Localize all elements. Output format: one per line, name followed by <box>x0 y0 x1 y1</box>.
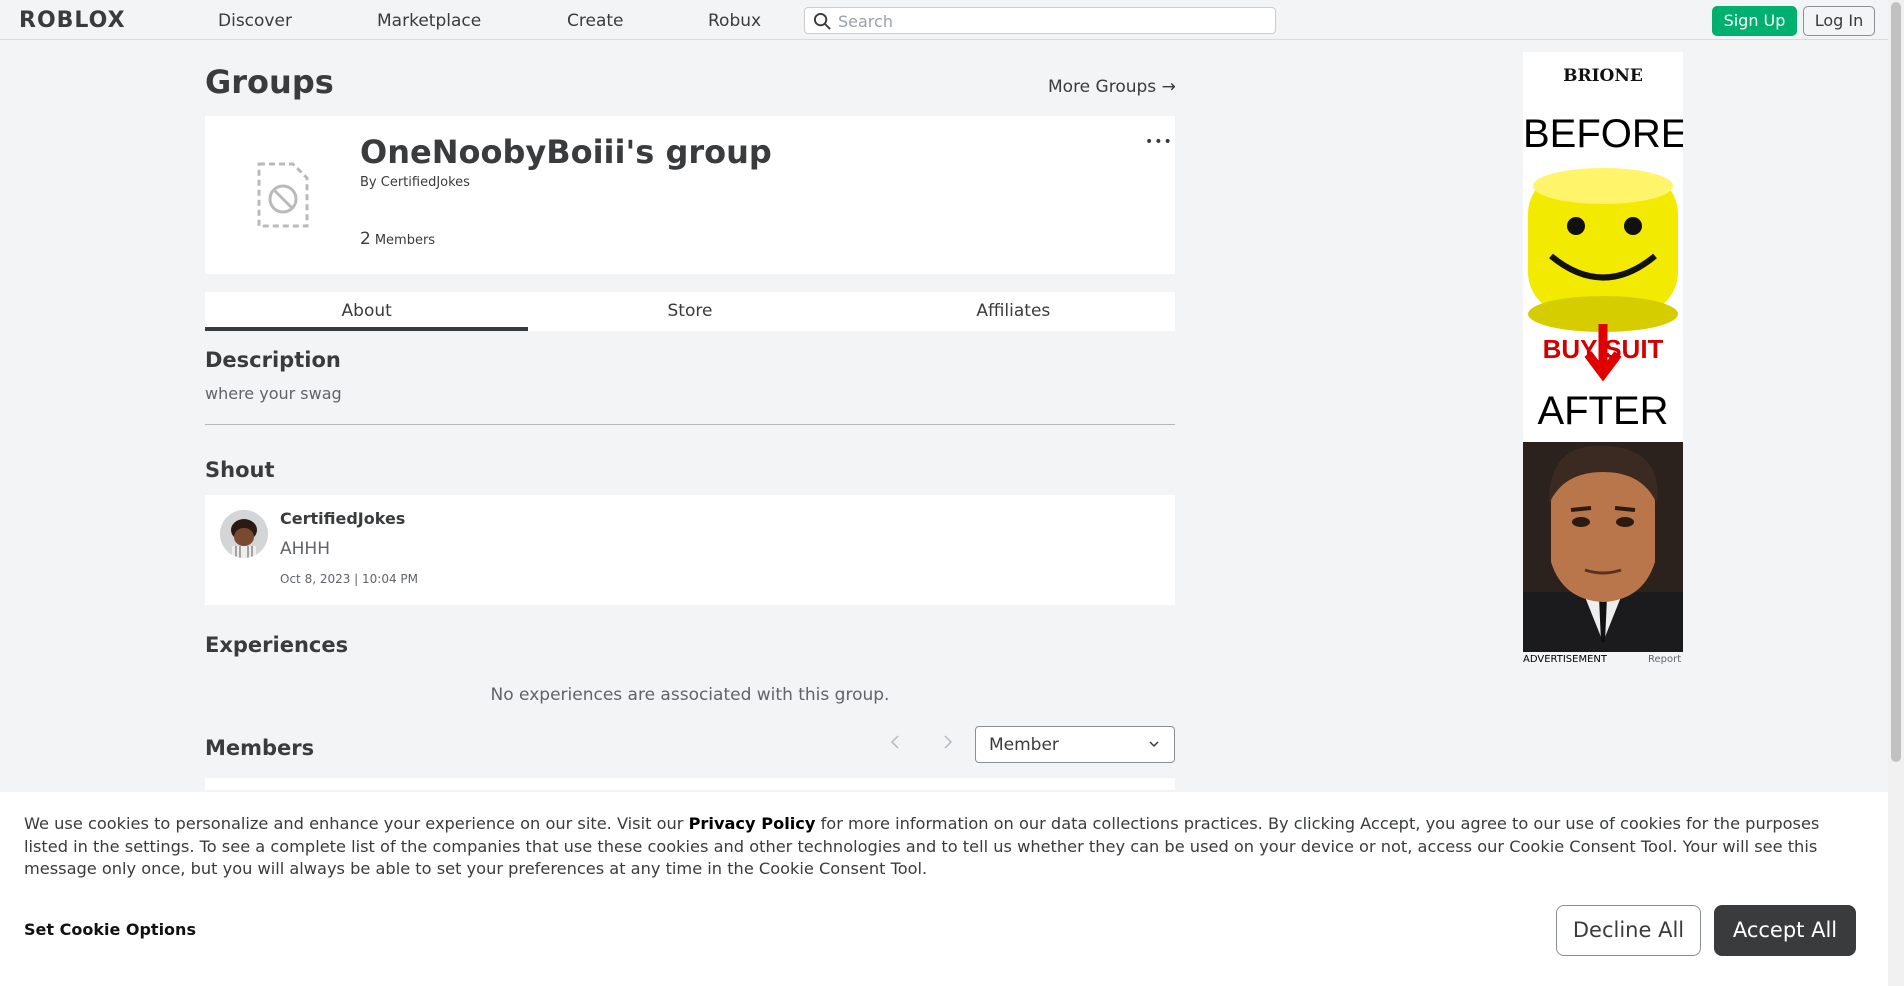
scrollbar-thumb[interactable] <box>1891 2 1901 762</box>
cookie-consent-banner: We use cookies to personalize and enhanc… <box>0 792 1888 986</box>
members-label: Members <box>374 233 436 248</box>
cookie-text-before: We use cookies to personalize and enhanc… <box>24 814 689 833</box>
group-header-card: OneNoobyBoiii's group By CertifiedJokes … <box>205 116 1175 274</box>
avatar-image-icon <box>220 510 268 558</box>
scrollbar[interactable] <box>1888 0 1904 986</box>
group-name: OneNoobyBoiii's group <box>360 133 772 171</box>
shout-author-link[interactable]: CertifiedJokes <box>280 509 405 528</box>
tab-affiliates[interactable]: Affiliates <box>852 292 1175 331</box>
role-select-dropdown[interactable]: Member <box>975 726 1175 763</box>
role-select-value: Member <box>989 735 1059 755</box>
description-text: where your swag <box>205 384 342 403</box>
shout-card: CertifiedJokes AHHH Oct 8, 2023 | 10:04 … <box>205 495 1175 605</box>
suited-man-icon <box>1523 442 1683 652</box>
privacy-policy-link[interactable]: Privacy Policy <box>689 814 816 833</box>
nav-link-robux[interactable]: Robux <box>708 11 761 31</box>
description-heading: Description <box>205 348 341 372</box>
roblox-logo[interactable]: ROBLOX <box>19 8 126 33</box>
ad-after-text: AFTER <box>1537 389 1669 433</box>
top-navigation: ROBLOX Discover Marketplace Create Robux… <box>0 0 1888 40</box>
chevron-right-icon[interactable] <box>941 732 955 752</box>
shout-text: AHHH <box>280 539 330 559</box>
ad-report-link[interactable]: Report <box>1648 654 1681 665</box>
nav-link-marketplace[interactable]: Marketplace <box>377 11 481 31</box>
page-title: Groups <box>205 63 334 101</box>
avatar[interactable] <box>220 510 268 558</box>
shout-timestamp: Oct 8, 2023 | 10:04 PM <box>280 572 419 586</box>
ad-label: ADVERTISEMENT <box>1523 654 1608 665</box>
group-emblem-placeholder-icon <box>257 162 309 228</box>
more-options-icon[interactable]: ••• <box>1145 134 1173 150</box>
chevron-left-icon[interactable] <box>888 732 902 752</box>
chevron-down-icon <box>1149 741 1159 748</box>
nav-link-discover[interactable]: Discover <box>218 11 292 31</box>
search-box[interactable] <box>804 7 1276 34</box>
decline-all-button[interactable]: Decline All <box>1556 905 1701 956</box>
shout-heading: Shout <box>205 458 275 482</box>
sign-up-button[interactable]: Sign Up <box>1712 6 1797 36</box>
more-groups-link[interactable]: More Groups → <box>1048 77 1176 97</box>
members-count: 2 Members <box>360 229 435 249</box>
group-tabs: About Store Affiliates <box>205 292 1175 331</box>
log-in-button[interactable]: Log In <box>1803 6 1875 36</box>
members-list <box>205 778 1175 790</box>
nav-link-create[interactable]: Create <box>567 11 624 31</box>
owner-prefix: By <box>360 175 377 190</box>
search-input[interactable] <box>838 12 1258 31</box>
owner-link[interactable]: CertifiedJokes <box>381 175 470 190</box>
members-number: 2 <box>360 229 371 249</box>
accept-all-button[interactable]: Accept All <box>1714 905 1856 956</box>
tab-about[interactable]: About <box>205 292 529 331</box>
advertisement-banner[interactable]: BRIONE BEFORE BUY SUIT AFTER <box>1523 52 1683 652</box>
experiences-heading: Experiences <box>205 633 349 657</box>
tab-store[interactable]: Store <box>528 292 851 331</box>
cookie-message: We use cookies to personalize and enhanc… <box>24 813 1864 881</box>
search-icon <box>813 12 831 30</box>
ad-buy-suit-text: BUY SUIT <box>1542 334 1664 364</box>
ad-brand: BRIONE <box>1563 66 1643 86</box>
group-owner: By CertifiedJokes <box>360 175 470 190</box>
divider <box>205 424 1175 425</box>
set-cookie-options-link[interactable]: Set Cookie Options <box>24 920 196 939</box>
no-experiences-message: No experiences are associated with this … <box>490 685 890 705</box>
ad-before-text: BEFORE <box>1523 112 1683 156</box>
members-heading: Members <box>205 736 315 760</box>
